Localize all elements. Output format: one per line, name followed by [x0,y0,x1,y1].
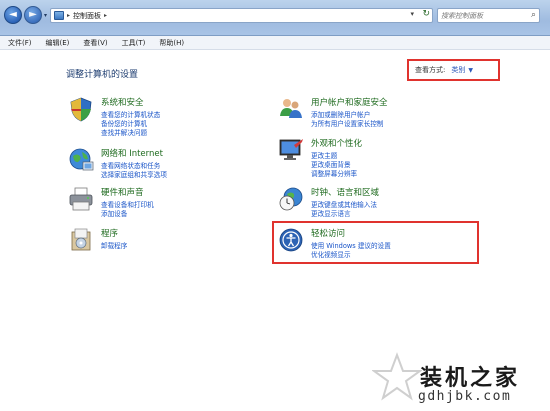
category-title[interactable]: 用户帐户和家庭安全 [311,96,388,108]
breadcrumb-separator-icon[interactable]: ▸ [67,12,70,19]
breadcrumb-separator-icon[interactable]: ▸ [104,12,107,19]
link-screen-resolution[interactable]: 调整屏幕分辨率 [311,168,357,178]
link-parental-controls[interactable]: 为所有用户设置家长控制 [311,118,384,128]
menu-file[interactable]: 文件(F) [8,38,32,48]
printer-icon[interactable] [68,186,94,212]
category-hardware-sound: 硬件和声音 查看设备和打印机 添加设备 [68,186,238,218]
category-title[interactable]: 网络和 Internet [101,147,163,159]
users-icon[interactable] [278,96,304,122]
category-clock-language: 时钟、语言和区域 更改键盘或其他输入法 更改显示语言 [278,186,468,218]
category-user-accounts: 用户帐户和家庭安全 添加或删除用户帐户 为所有用户设置家长控制 [278,96,468,128]
menu-tools[interactable]: 工具(T) [122,38,146,48]
clock-globe-icon[interactable] [278,186,304,212]
link-display-language[interactable]: 更改显示语言 [311,208,351,218]
category-title[interactable]: 系统和安全 [101,96,144,108]
programs-icon[interactable] [68,227,94,253]
view-by-value[interactable]: 类别 [451,65,465,75]
category-programs: 程序 卸载程序 [68,227,238,255]
watermark-name: 装机之家 [420,365,521,391]
view-by-label: 查看方式: [415,66,446,74]
link-add-device[interactable]: 添加设备 [101,208,127,218]
refresh-icon[interactable]: ↻ [422,9,430,19]
category-system-security: 系统和安全 查看您的计算机状态 备份您的计算机 查找并解决问题 [68,96,238,138]
category-title[interactable]: 时钟、语言和区域 [311,186,379,198]
highlight-box [272,221,479,264]
link-homegroup-sharing[interactable]: 选择家庭组和共享选项 [101,169,167,179]
category-title[interactable]: 硬件和声音 [101,186,144,198]
dropdown-arrow-icon[interactable]: ▼ [468,67,473,74]
search-input[interactable]: 搜索控制面板 ⌕ [437,8,540,23]
link-uninstall-program[interactable]: 卸载程序 [101,240,127,250]
category-title[interactable]: 程序 [101,227,118,239]
address-dropdown-icon[interactable]: ▾ [410,10,414,18]
search-placeholder: 搜索控制面板 [441,11,483,20]
menu-view[interactable]: 查看(V) [83,38,107,48]
menu-help[interactable]: 帮助(H) [159,38,184,48]
category-appearance: 外观和个性化 更改主题 更改桌面背景 调整屏幕分辨率 [278,137,468,179]
breadcrumb-control-panel[interactable]: 控制面板 [73,11,101,21]
monitor-icon[interactable] [278,137,304,163]
forward-button[interactable]: ► [24,6,42,24]
menu-bar: 文件(F) 编辑(E) 查看(V) 工具(T) 帮助(H) [0,36,550,50]
watermark-url: gdhjbk.com [418,389,512,404]
back-button[interactable]: ◄ [4,6,22,24]
network-icon[interactable] [68,147,94,173]
watermark-star-logo [372,352,422,401]
address-bar[interactable]: ▸ 控制面板 ▸ ▾ ↻ [50,8,433,23]
menu-edit[interactable]: 编辑(E) [46,38,70,48]
category-title[interactable]: 外观和个性化 [311,137,362,149]
link-troubleshoot[interactable]: 查找并解决问题 [101,127,147,137]
category-network-internet: 网络和 Internet 查看网络状态和任务 选择家庭组和共享选项 [68,147,238,179]
title-bar: ◄ ► ▾ ▸ 控制面板 ▸ ▾ ↻ 搜索控制面板 ⌕ [0,0,550,36]
view-by-selector[interactable]: 查看方式: 类别 ▼ [407,59,500,81]
recent-pages-dropdown-icon[interactable]: ▾ [44,12,47,19]
shield-icon[interactable] [68,96,94,122]
search-icon[interactable]: ⌕ [531,10,536,20]
control-panel-icon [54,11,64,20]
page-title: 调整计算机的设置 [66,70,139,80]
